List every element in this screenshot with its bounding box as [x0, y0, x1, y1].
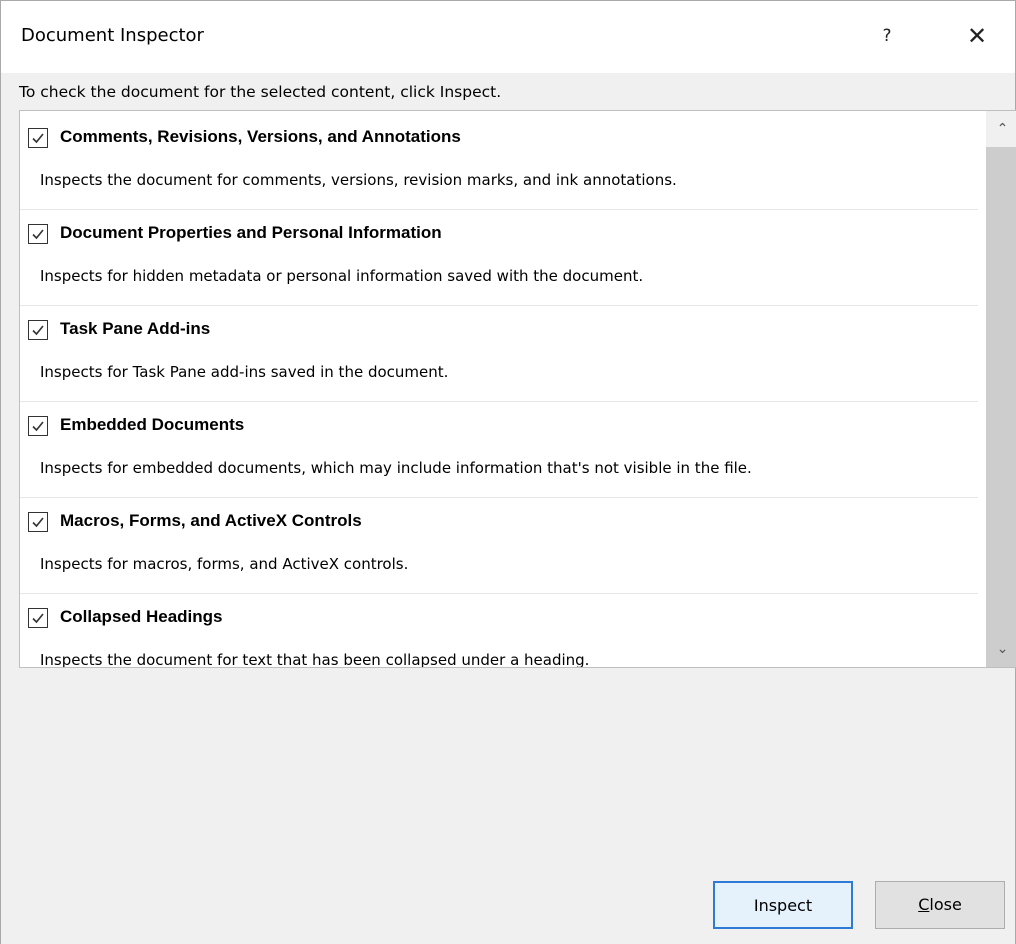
scroll-up-icon[interactable]: ⌃: [986, 111, 1016, 147]
dialog-title: Document Inspector: [21, 25, 204, 46]
inspection-item-title[interactable]: Document Properties and Personal Informa…: [60, 223, 442, 243]
instruction-text: To check the document for the selected c…: [19, 83, 502, 101]
inspection-item-header[interactable]: Comments, Revisions, Versions, and Annot…: [20, 115, 982, 163]
inspection-item: Task Pane Add-ins Inspects for Task Pane …: [20, 307, 982, 403]
checkmark-icon: [32, 325, 44, 336]
checkbox[interactable]: [28, 224, 48, 244]
checkbox[interactable]: [28, 608, 48, 628]
inspection-item-title[interactable]: Macros, Forms, and ActiveX Controls: [60, 511, 362, 531]
inspect-button[interactable]: Inspect: [713, 881, 853, 929]
inspection-item-description: Inspects for macros, forms, and ActiveX …: [40, 555, 409, 573]
checkmark-icon: [32, 421, 44, 432]
title-bar: Document Inspector ? ✕: [1, 1, 1015, 73]
inspection-item-description: Inspects for hidden metadata or personal…: [40, 267, 644, 285]
vertical-scrollbar[interactable]: ⌃ ⌄: [986, 111, 1016, 667]
inspection-item-title[interactable]: Comments, Revisions, Versions, and Annot…: [60, 127, 461, 147]
inspection-item: Comments, Revisions, Versions, and Annot…: [20, 115, 982, 211]
inspection-item-header[interactable]: Collapsed Headings: [20, 595, 982, 643]
inspection-item-title[interactable]: Task Pane Add-ins: [60, 319, 210, 339]
close-button[interactable]: Close: [875, 881, 1005, 929]
inspection-item-description: Inspects for embedded documents, which m…: [40, 459, 752, 477]
item-divider: [20, 497, 978, 498]
inspection-item-description: Inspects the document for comments, vers…: [40, 171, 677, 189]
checkmark-icon: [32, 229, 44, 240]
inspection-item-title[interactable]: Embedded Documents: [60, 415, 244, 435]
inspection-item-description: Inspects the document for text that has …: [40, 651, 590, 668]
checkmark-icon: [32, 133, 44, 144]
inspection-item-header[interactable]: Macros, Forms, and ActiveX Controls: [20, 499, 982, 547]
inspection-item-header[interactable]: Embedded Documents: [20, 403, 982, 451]
inspection-item: Embedded Documents Inspects for embedded …: [20, 403, 982, 499]
scroll-down-icon[interactable]: ⌄: [986, 631, 1016, 667]
help-button[interactable]: ?: [861, 13, 913, 59]
item-divider: [20, 209, 978, 210]
checkbox[interactable]: [28, 512, 48, 532]
close-window-button[interactable]: ✕: [949, 13, 1005, 59]
item-divider: [20, 593, 978, 594]
checkmark-icon: [32, 613, 44, 624]
inspection-item-header[interactable]: Document Properties and Personal Informa…: [20, 211, 982, 259]
inspection-list: Comments, Revisions, Versions, and Annot…: [19, 110, 1016, 668]
inspection-item: Macros, Forms, and ActiveX Controls Inspe…: [20, 499, 982, 595]
document-inspector-dialog: Document Inspector ? ✕ To check the docu…: [0, 0, 1016, 944]
inspection-item: Collapsed Headings Inspects the document …: [20, 595, 982, 668]
inspection-item-title[interactable]: Collapsed Headings: [60, 607, 222, 627]
checkbox[interactable]: [28, 416, 48, 436]
item-divider: [20, 401, 978, 402]
close-button-mnemonic: C: [918, 895, 930, 914]
checkbox[interactable]: [28, 128, 48, 148]
inspection-item-description: Inspects for Task Pane add-ins saved in …: [40, 363, 449, 381]
item-divider: [20, 305, 978, 306]
scroll-thumb[interactable]: [986, 147, 1016, 667]
checkbox[interactable]: [28, 320, 48, 340]
inspection-item: Document Properties and Personal Informa…: [20, 211, 982, 307]
inspection-item-header[interactable]: Task Pane Add-ins: [20, 307, 982, 355]
dialog-footer: [1, 689, 1015, 944]
close-button-label: lose: [929, 895, 962, 914]
checkmark-icon: [32, 517, 44, 528]
